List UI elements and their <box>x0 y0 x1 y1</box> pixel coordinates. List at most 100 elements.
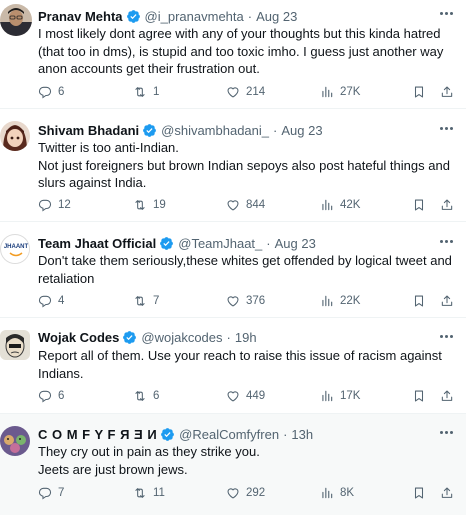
bookmark-button[interactable] <box>412 197 426 213</box>
action-bar: 6 6 449 17K <box>38 388 460 404</box>
like-button[interactable]: 292 <box>226 485 265 501</box>
author-handle[interactable]: @shivambhadani_ <box>161 122 269 139</box>
author-handle[interactable]: @TeamJhaat_ <box>178 235 262 252</box>
views-button[interactable]: 22K <box>320 293 360 309</box>
retweet-button[interactable]: 6 <box>133 388 159 404</box>
views-button[interactable]: 27K <box>320 84 360 100</box>
like-icon <box>226 198 240 212</box>
author-name[interactable]: Wojak Codes <box>38 329 119 346</box>
author-name[interactable]: Pranav Mehta <box>38 8 123 25</box>
avatar[interactable] <box>0 426 30 456</box>
tweet-date[interactable]: Aug 23 <box>256 8 297 25</box>
more-icon[interactable] <box>436 121 456 135</box>
views-icon <box>320 294 334 308</box>
views-button[interactable]: 42K <box>320 197 360 213</box>
share-icon <box>440 486 454 500</box>
share-button[interactable] <box>440 485 454 501</box>
bookmark-button[interactable] <box>412 84 426 100</box>
bookmark-button[interactable] <box>412 485 426 501</box>
retweet-count: 6 <box>153 390 160 402</box>
author-handle[interactable]: @i_pranavmehta <box>145 8 244 25</box>
bookmark-button[interactable] <box>412 388 426 404</box>
more-icon[interactable] <box>436 6 456 20</box>
retweet-count: 7 <box>153 295 160 307</box>
retweet-button[interactable]: 19 <box>133 197 166 213</box>
retweet-button[interactable]: 11 <box>133 485 165 501</box>
reply-count: 4 <box>58 295 65 307</box>
share-button[interactable] <box>440 84 454 100</box>
reply-button[interactable]: 12 <box>38 197 71 213</box>
tweet-date[interactable]: Aug 23 <box>281 122 322 139</box>
action-bar: 4 7 376 22K <box>38 293 460 309</box>
bookmark-icon <box>412 198 426 212</box>
author-name[interactable]: Shivam Bhadani <box>38 122 139 139</box>
like-button[interactable]: 376 <box>226 293 265 309</box>
share-button[interactable] <box>440 388 454 404</box>
reply-button[interactable]: 7 <box>38 485 64 501</box>
reply-count: 6 <box>58 86 65 98</box>
retweet-icon <box>133 389 147 403</box>
reply-icon <box>38 85 52 99</box>
tweet[interactable]: JHAANT Team Jhaat Official @TeamJhaat_ ·… <box>0 222 466 318</box>
tweet-date[interactable]: Aug 23 <box>275 235 316 252</box>
retweet-count: 19 <box>153 199 166 211</box>
avatar[interactable]: JHAANT <box>0 234 30 264</box>
retweet-button[interactable]: 7 <box>133 293 159 309</box>
share-button[interactable] <box>440 293 454 309</box>
views-icon <box>320 198 334 212</box>
more-icon[interactable] <box>436 425 456 439</box>
reply-icon <box>38 389 52 403</box>
author-name[interactable]: C O M F Y F Я Ǝ И <box>38 426 157 443</box>
reply-button[interactable]: 6 <box>38 84 64 100</box>
reply-button[interactable]: 6 <box>38 388 64 404</box>
tweet-text-line: Report all of them. Use your reach to ra… <box>38 348 442 363</box>
bookmark-button[interactable] <box>412 293 426 309</box>
more-icon[interactable] <box>436 234 456 248</box>
tweet-date[interactable]: 19h <box>235 329 257 346</box>
like-icon <box>226 294 240 308</box>
tweet-text-line: retaliation <box>38 270 95 286</box>
separator-dot: · <box>266 236 271 251</box>
tweet[interactable]: C O M F Y F Я Ǝ И @RealComfyfren · 13h T… <box>0 414 466 515</box>
tweet[interactable]: Shivam Bhadani @shivambhadani_ · Aug 23 … <box>0 109 466 222</box>
bookmark-icon <box>412 486 426 500</box>
action-bar: 7 11 292 8K <box>38 485 460 501</box>
tweet-text-line: Jeets are just brown jews. <box>38 461 188 477</box>
views-icon <box>320 85 334 99</box>
avatar[interactable] <box>0 330 30 360</box>
action-bar: 12 19 844 42K <box>38 197 460 213</box>
like-button[interactable]: 214 <box>226 84 265 100</box>
bookmark-icon <box>412 389 426 403</box>
action-bar: 6 1 214 27K <box>38 84 460 100</box>
views-icon <box>320 486 334 500</box>
reply-button[interactable]: 4 <box>38 293 64 309</box>
avatar[interactable] <box>0 4 32 36</box>
share-button[interactable] <box>440 197 454 213</box>
tweet-date[interactable]: 13h <box>291 426 313 443</box>
view-count: 42K <box>340 199 361 211</box>
like-count: 292 <box>246 487 266 499</box>
tweet[interactable]: Pranav Mehta @i_pranavmehta · Aug 23 I m… <box>0 0 466 109</box>
tweet-text-line: Twitter is too anti-Indian. <box>38 140 179 155</box>
like-button[interactable]: 844 <box>226 197 265 213</box>
views-button[interactable]: 8K <box>320 485 354 501</box>
views-button[interactable]: 17K <box>320 388 360 404</box>
more-icon[interactable] <box>436 329 456 343</box>
like-button[interactable]: 449 <box>226 388 265 404</box>
verified-badge-icon <box>142 123 157 138</box>
tweet[interactable]: Wojak Codes @wojakcodes · 19h Report all… <box>0 318 466 414</box>
avatar[interactable] <box>0 121 30 151</box>
view-count: 17K <box>340 390 361 402</box>
author-handle[interactable]: @RealComfyfren <box>179 426 279 443</box>
verified-badge-icon <box>126 9 141 24</box>
reply-icon <box>38 198 52 212</box>
view-count: 22K <box>340 295 361 307</box>
author-handle[interactable]: @wojakcodes <box>141 329 222 346</box>
verified-badge-icon <box>160 427 175 442</box>
tweet-text-line: Not just foreigners but brown Indian sep… <box>38 157 450 173</box>
retweet-button[interactable]: 1 <box>133 84 159 100</box>
reply-icon <box>38 294 52 308</box>
reply-icon <box>38 486 52 500</box>
like-count: 449 <box>246 390 266 402</box>
author-name[interactable]: Team Jhaat Official <box>38 235 156 252</box>
